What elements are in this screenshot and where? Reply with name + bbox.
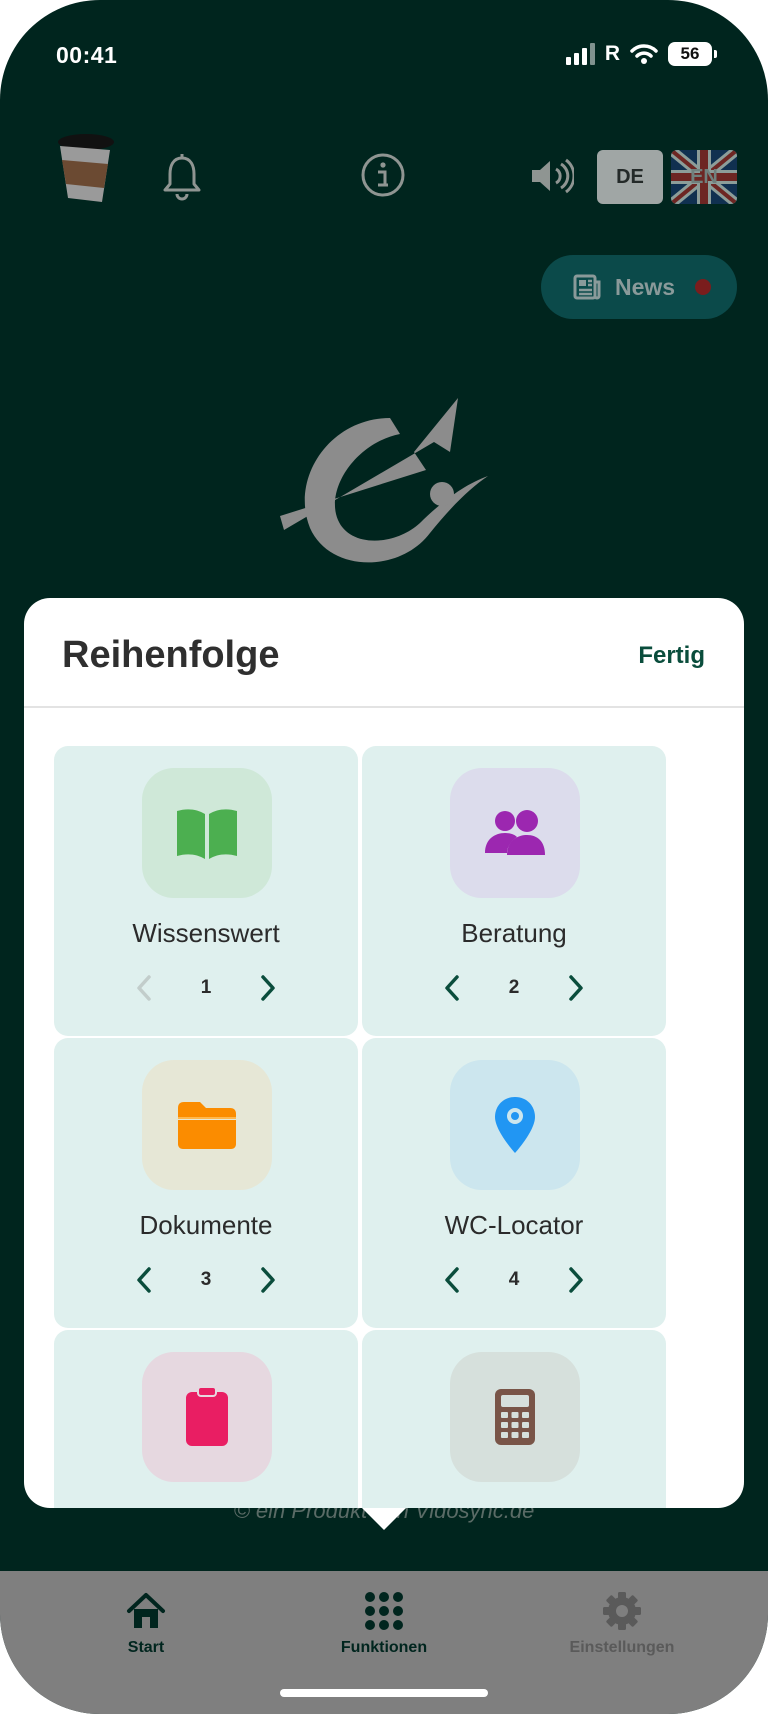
sheet-title: Reihenfolge — [62, 634, 280, 676]
clipboard-icon — [186, 1386, 228, 1446]
chevron-right-icon — [569, 1267, 583, 1293]
chevron-left-icon — [137, 1267, 151, 1293]
people-icon — [485, 810, 545, 855]
folder-icon — [178, 1102, 236, 1149]
function-card-wissenswert[interactable]: Wissenswert 1 — [54, 746, 358, 1036]
language-en-button[interactable]: EN — [671, 150, 737, 204]
order-controls: 4 — [362, 1260, 666, 1300]
speaker-icon[interactable] — [530, 156, 574, 196]
status-indicators: R 56 — [565, 42, 717, 66]
tab-einstellungen-label: Einstellungen — [569, 1639, 675, 1656]
language-en-label: EN — [690, 165, 718, 188]
grid-icon — [365, 1592, 403, 1630]
function-card-wc-locator[interactable]: WC-Locator 4 — [362, 1038, 666, 1328]
newspaper-icon — [573, 274, 601, 300]
function-card-dokumente[interactable]: Dokumente 3 — [54, 1038, 358, 1328]
function-card-beratung[interactable]: Beratung 2 — [362, 746, 666, 1036]
move-left-button[interactable] — [421, 1260, 483, 1300]
function-name: WC-Locator — [444, 1210, 584, 1240]
tile — [142, 768, 272, 898]
tile — [450, 1060, 580, 1190]
chevron-left-icon — [137, 975, 151, 1001]
chevron-left-icon — [445, 975, 459, 1001]
home-icon — [127, 1593, 165, 1628]
move-left-button[interactable] — [113, 1260, 175, 1300]
tile — [142, 1352, 272, 1482]
app-screen: 00:41 R 56 DE EN News © ein Produkt Vido… — [0, 0, 768, 1714]
order-controls: 3 — [54, 1260, 358, 1300]
info-icon[interactable] — [360, 152, 406, 198]
header-toolbar: DE EN — [0, 128, 768, 228]
function-card-clipboard[interactable] — [54, 1330, 358, 1508]
order-controls: 2 — [362, 968, 666, 1008]
tab-funktionen-label: Funktionen — [340, 1639, 428, 1656]
chevron-right-icon — [569, 975, 583, 1001]
move-right-button[interactable] — [237, 1260, 299, 1300]
news-label: News — [615, 273, 676, 300]
news-unread-dot — [695, 279, 712, 295]
reorder-sheet: Reihenfolge Fertig Wissenswert 1 Beratun… — [24, 598, 744, 1508]
sheet-divider — [24, 706, 744, 708]
battery-icon: 56 — [668, 42, 717, 66]
move-left-button[interactable] — [113, 968, 175, 1008]
chevron-right-icon — [261, 1267, 275, 1293]
wifi-icon — [630, 44, 658, 64]
function-card-calculator[interactable] — [362, 1330, 666, 1508]
home-indicator[interactable] — [280, 1689, 488, 1697]
tab-funktionen[interactable]: Funktionen — [284, 1591, 484, 1657]
news-button[interactable]: News — [541, 255, 737, 319]
order-controls: 1 — [54, 968, 358, 1008]
move-right-button[interactable] — [545, 1260, 607, 1300]
order-position: 2 — [508, 977, 520, 998]
tab-einstellungen[interactable]: Einstellungen — [522, 1591, 722, 1657]
move-right-button[interactable] — [237, 968, 299, 1008]
sparkle-icon — [346, 1024, 372, 1050]
brand-logo — [280, 398, 488, 563]
book-icon — [177, 809, 237, 859]
tab-start-label: Start — [127, 1639, 165, 1656]
tile — [450, 1352, 580, 1482]
sparkle-icon — [346, 1316, 372, 1342]
tile — [450, 768, 580, 898]
chevron-right-icon — [261, 975, 275, 1001]
function-name: Beratung — [461, 918, 567, 948]
map-pin-icon — [495, 1097, 535, 1153]
order-position: 4 — [508, 1269, 520, 1290]
tile — [142, 1060, 272, 1190]
move-right-button[interactable] — [545, 968, 607, 1008]
order-position: 1 — [200, 977, 212, 998]
function-name: Dokumente — [139, 1210, 273, 1240]
chevron-left-icon — [445, 1267, 459, 1293]
function-name: Wissenswert — [132, 918, 280, 948]
signal-icon — [565, 43, 595, 65]
tab-start[interactable]: Start — [46, 1591, 246, 1657]
done-button[interactable]: Fertig — [638, 642, 705, 670]
calculator-icon — [495, 1389, 535, 1445]
move-left-button[interactable] — [421, 968, 483, 1008]
gear-icon — [603, 1592, 641, 1630]
carrier-label: R — [604, 42, 620, 65]
status-time: 00:41 — [56, 42, 118, 68]
bell-icon[interactable] — [160, 152, 204, 202]
language-de-button[interactable]: DE — [597, 150, 663, 204]
coffee-cup-icon[interactable] — [52, 132, 118, 208]
order-position: 3 — [200, 1269, 212, 1290]
